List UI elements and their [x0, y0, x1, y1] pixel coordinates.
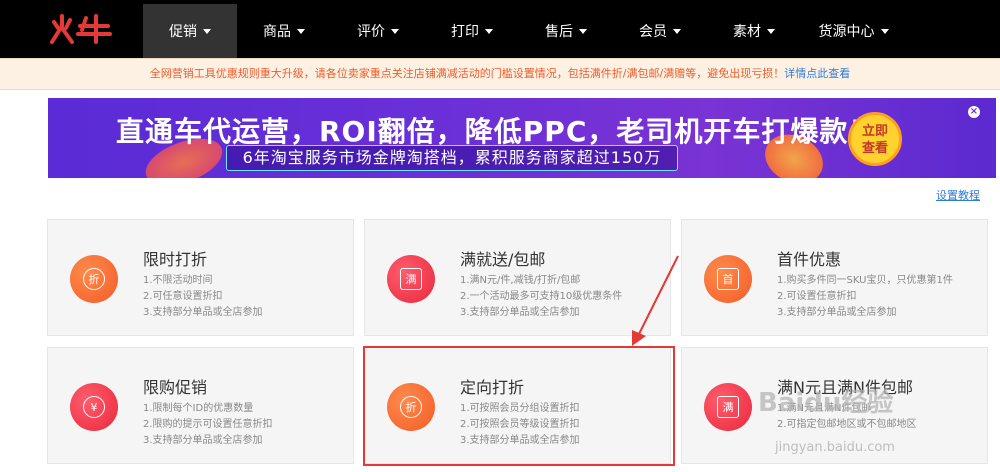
chevron-down-icon: [673, 28, 681, 34]
first-item-icon: 首: [704, 255, 752, 303]
close-icon[interactable]: ×: [968, 106, 980, 118]
card-title: 满就送/包邮: [460, 250, 546, 269]
icon-glyph: 首: [717, 268, 739, 290]
annotation-arrow-icon: [632, 255, 679, 346]
card-title: 限时打折: [143, 250, 208, 269]
card-description: 1.满N元/件,减钱/打折/包邮 2.一个活动最多可支持10级优惠条件 3.支持…: [460, 273, 622, 321]
card-line: 3.支持部分单品或全店参加: [143, 435, 263, 446]
card-description: 1.限制每个ID的优惠数量 2.限购的提示可设置任意折扣 3.支持部分单品或全店…: [143, 401, 273, 449]
nav-members[interactable]: 会员: [613, 4, 707, 58]
nav-products[interactable]: 商品: [237, 4, 331, 58]
main-nav: 促销 商品 评价 打印 售后 会员 素材 货源中心: [143, 4, 906, 58]
card-line: 2.可设置任意折扣: [777, 291, 857, 302]
card-line: 3.支持部分单品或全店参加: [143, 307, 263, 318]
icon-glyph: 满: [400, 268, 422, 290]
cta-line: 查看: [861, 141, 888, 156]
nav-label: 货源中心: [818, 24, 875, 40]
card-description: 1.购买多件同一SKU宝贝，只优惠第1件 2.可设置任意折扣 3.支持部分单品或…: [777, 273, 953, 321]
notice-text: 全网营销工具优惠规则重大升级，请各位卖家重点关注店铺满减活动的门槛设置情况，包括…: [149, 67, 785, 80]
card-line: 2.限购的提示可设置任意折扣: [143, 419, 273, 430]
card-limited-time-discount[interactable]: 折 限时打折 1.不限活动时间 2.可任意设置折扣 3.支持部分单品或全店参加: [47, 219, 354, 336]
card-line: 1.购买多件同一SKU宝贝，只优惠第1件: [777, 275, 953, 286]
chevron-down-icon: [485, 28, 493, 34]
full-reduction-icon: 满: [387, 255, 435, 303]
banner-subtitle: 6年淘宝服务市场金牌淘搭档，累积服务商家超过150万: [226, 145, 678, 171]
nav-label: 素材: [733, 24, 761, 40]
card-title: 限购促销: [143, 378, 208, 397]
card-line: 3.支持部分单品或全店参加: [777, 307, 897, 318]
full-reduction-icon: 满: [704, 383, 752, 431]
chevron-down-icon: [297, 28, 305, 34]
nav-label: 评价: [357, 24, 385, 40]
baidu-watermark: Baidu经验: [758, 388, 894, 418]
purchase-limit-icon: ¥: [70, 383, 118, 431]
nav-promotion[interactable]: 促销: [143, 4, 237, 58]
nav-aftersale[interactable]: 售后: [519, 4, 613, 58]
card-line: 1.限制每个ID的优惠数量: [143, 403, 254, 414]
card-line: 2.可任意设置折扣: [143, 291, 223, 302]
card-purchase-limit[interactable]: ¥ 限购促销 1.限制每个ID的优惠数量 2.限购的提示可设置任意折扣 3.支持…: [47, 347, 354, 464]
icon-glyph: 满: [717, 396, 739, 418]
chevron-down-icon: [391, 28, 399, 34]
nav-materials[interactable]: 素材: [707, 4, 801, 58]
top-navbar: 促销 商品 评价 打印 售后 会员 素材 货源中心: [0, 0, 1000, 58]
discount-icon: 折: [70, 255, 118, 303]
icon-glyph: 折: [83, 268, 105, 290]
banner-title: 直通车代运营，ROI翻倍，降低PPC，老司机开车打爆款！: [116, 115, 878, 148]
card-first-item-offer[interactable]: 首 首件优惠 1.购买多件同一SKU宝贝，只优惠第1件 2.可设置任意折扣 3.…: [681, 219, 988, 336]
nav-print[interactable]: 打印: [425, 4, 519, 58]
huoniu-logo[interactable]: [48, 14, 112, 44]
chevron-down-icon: [767, 28, 775, 34]
nav-supply-center[interactable]: 货源中心: [801, 4, 906, 58]
highlight-box: [363, 346, 675, 466]
nav-label: 商品: [263, 24, 291, 40]
chevron-down-icon: [203, 28, 211, 34]
chevron-down-icon: [880, 28, 889, 34]
nav-reviews[interactable]: 评价: [331, 4, 425, 58]
nav-label: 会员: [639, 24, 667, 40]
nav-label: 促销: [169, 24, 197, 40]
cta-line: 立即: [861, 124, 888, 139]
setup-guide-link[interactable]: 设置教程: [936, 187, 980, 203]
icon-glyph: ¥: [83, 396, 105, 418]
card-line: 1.满N元/件,减钱/打折/包邮: [460, 275, 581, 286]
nav-label: 打印: [451, 24, 479, 40]
nav-label: 售后: [545, 24, 573, 40]
card-line: 3.支持部分单品或全店参加: [460, 307, 580, 318]
card-line: 2.一个活动最多可支持10级优惠条件: [460, 291, 623, 302]
card-line: 2.可指定包邮地区或不包邮地区: [777, 419, 917, 430]
promo-banner[interactable]: 直通车代运营，ROI翻倍，降低PPC，老司机开车打爆款！ 6年淘宝服务市场金牌淘…: [48, 98, 996, 178]
card-description: 1.不限活动时间 2.可任意设置折扣 3.支持部分单品或全店参加: [143, 273, 263, 321]
notice-bar: 全网营销工具优惠规则重大升级，请各位卖家重点关注店铺满减活动的门槛设置情况，包括…: [0, 58, 1000, 90]
logo-mark-icon: [50, 14, 112, 44]
card-line: 1.不限活动时间: [143, 275, 213, 286]
baidu-watermark-url: jingyan.baidu.com: [775, 440, 895, 455]
notice-detail-link[interactable]: 详情点此查看: [784, 67, 850, 80]
banner-cta-button[interactable]: 立即 查看: [848, 112, 902, 166]
chevron-down-icon: [579, 28, 587, 34]
card-title: 首件优惠: [777, 250, 842, 269]
